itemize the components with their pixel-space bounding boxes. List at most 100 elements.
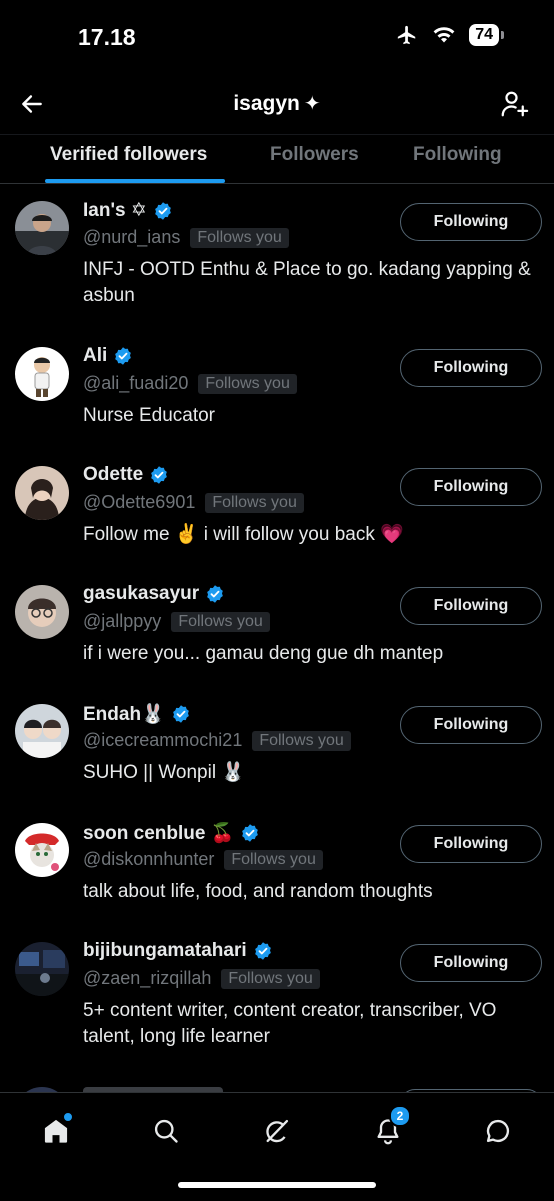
user-name-line: Ian's ✡ [83, 199, 173, 222]
user-name-line: Ali [83, 345, 133, 367]
following-button[interactable]: Following [400, 203, 542, 241]
home-indicator[interactable] [178, 1182, 376, 1188]
user-handle-line: @icecreammochi21 Follows you [83, 730, 351, 751]
page-title-text: isagyn [233, 92, 300, 115]
notification-dot [63, 1112, 73, 1122]
nav-messages[interactable] [476, 1109, 520, 1153]
user-handle: @diskonnhunter [83, 849, 215, 869]
list-item[interactable]: Ali @ali_fuadi20 Follows you Nurse Educa… [0, 329, 554, 448]
verified-badge-icon [113, 346, 133, 366]
avatar[interactable] [15, 823, 69, 877]
user-bio: Follow me ✌️ i will follow you back 💗 [83, 524, 404, 545]
nav-home[interactable] [34, 1109, 78, 1153]
messages-icon [486, 1119, 510, 1143]
verified-badge-icon [240, 823, 260, 843]
user-name-line: Odette [83, 464, 169, 486]
user-bio: 5+ content writer, content creator, tran… [83, 1000, 497, 1047]
user-handle-line: @Odette6901 Follows you [83, 492, 304, 513]
user-name[interactable]: gasukasayur [83, 583, 199, 605]
user-name-line: Endah🐰 [83, 702, 191, 726]
user-bio: INFJ - OOTD Enthu & Place to go. kadang … [83, 259, 531, 306]
user-list: Ian's ✡ @nurd_ians Follows you INFJ - OO… [0, 183, 554, 1070]
avatar[interactable] [15, 704, 69, 758]
avatar[interactable] [15, 201, 69, 255]
user-handle: @zaen_rizqillah [83, 968, 212, 988]
user-bio: SUHO || Wonpil 🐰 [83, 762, 245, 783]
followers-tabs: Verified followers Followers Following [0, 134, 554, 184]
search-icon [154, 1119, 178, 1143]
nav-search[interactable] [144, 1109, 188, 1153]
tab-followers[interactable]: Followers [270, 144, 359, 166]
follows-you-badge: Follows you [221, 968, 320, 989]
nav-grok[interactable] [255, 1109, 299, 1153]
verified-badge-icon [149, 465, 169, 485]
user-bio: Nurse Educator [83, 405, 216, 426]
verified-badge-icon [253, 941, 273, 961]
user-handle-line: @jallppyy Follows you [83, 611, 270, 632]
battery-level: 74 [469, 24, 499, 46]
user-name-line: gasukasayur [83, 583, 225, 605]
status-icons: 74 [395, 24, 504, 46]
notification-count-badge: 2 [389, 1105, 411, 1127]
verified-badge-icon [153, 201, 173, 221]
nav-notifications[interactable]: 2 [366, 1105, 411, 1153]
grok-icon [266, 1119, 289, 1143]
battery-indicator: 74 [469, 24, 504, 46]
user-handle-line: @zaen_rizqillah Follows you [83, 968, 320, 989]
avatar[interactable] [15, 942, 69, 996]
user-handle-line: @diskonnhunter Follows you [83, 849, 323, 870]
following-button[interactable]: Following [400, 944, 542, 982]
user-name[interactable]: Ali [83, 345, 107, 367]
follows-you-badge: Follows you [252, 730, 351, 751]
airplane-icon [398, 25, 416, 45]
user-handle: @jallppyy [83, 611, 162, 631]
user-name-line: bijibungamatahari [83, 940, 273, 962]
following-button[interactable]: Following [400, 468, 542, 506]
user-name[interactable]: soon cenblue 🍒 [83, 821, 234, 845]
list-item[interactable]: bijibungamatahari @zaen_rizqillah Follow… [0, 924, 554, 1070]
follows-you-badge: Follows you [171, 611, 270, 632]
follows-you-badge: Follows you [190, 227, 289, 248]
user-name[interactable]: bijibungamatahari [83, 940, 247, 962]
list-item[interactable]: gasukasayur @jallppyy Follows you if i w… [0, 567, 554, 686]
user-bio: talk about life, food, and random though… [83, 881, 433, 902]
avatar[interactable] [15, 585, 69, 639]
sparkle-icon: ✦ [303, 93, 321, 115]
user-bio: if i were you... gamau deng gue dh mante… [83, 643, 444, 664]
add-user-button[interactable] [496, 86, 532, 122]
tab-verified-followers[interactable]: Verified followers [50, 144, 207, 166]
user-name[interactable]: Endah🐰 [83, 702, 165, 726]
verified-badge-icon [171, 704, 191, 724]
user-handle-line: @ali_fuadi20 Follows you [83, 373, 297, 394]
user-name-line: soon cenblue 🍒 [83, 821, 260, 845]
page-title: isagyn ✦ [0, 91, 554, 116]
follows-you-badge: Follows you [198, 373, 297, 394]
user-handle: @ali_fuadi20 [83, 373, 189, 393]
avatar[interactable] [15, 466, 69, 520]
status-bar: 17.18 74 [0, 0, 554, 76]
wifi-icon [433, 27, 455, 43]
following-button[interactable]: Following [400, 706, 542, 744]
user-handle: @icecreammochi21 [83, 730, 243, 750]
follows-you-badge: Follows you [224, 849, 323, 870]
list-item[interactable]: soon cenblue 🍒 @diskonnhunter Follows yo… [0, 805, 554, 924]
list-item[interactable]: Ian's ✡ @nurd_ians Follows you INFJ - OO… [0, 183, 554, 329]
profile-header: isagyn ✦ [0, 76, 554, 134]
following-button[interactable]: Following [400, 349, 542, 387]
verified-badge-icon [205, 584, 225, 604]
user-handle-line: @nurd_ians Follows you [83, 227, 289, 248]
person-add-icon [501, 91, 529, 117]
user-name[interactable]: Odette [83, 464, 143, 486]
user-handle: @nurd_ians [83, 227, 181, 247]
avatar[interactable] [15, 347, 69, 401]
list-item[interactable]: Endah🐰 @icecreammochi21 Follows you SUHO… [0, 686, 554, 805]
battery-tip [501, 31, 504, 39]
status-time: 17.18 [78, 24, 136, 50]
following-button[interactable]: Following [400, 825, 542, 863]
tab-following[interactable]: Following [413, 144, 502, 166]
user-name[interactable]: Ian's ✡ [83, 199, 147, 222]
follows-you-badge: Follows you [205, 492, 304, 513]
list-item[interactable]: Odette @Odette6901 Follows you Follow me… [0, 448, 554, 567]
user-handle: @Odette6901 [83, 492, 196, 512]
following-button[interactable]: Following [400, 587, 542, 625]
